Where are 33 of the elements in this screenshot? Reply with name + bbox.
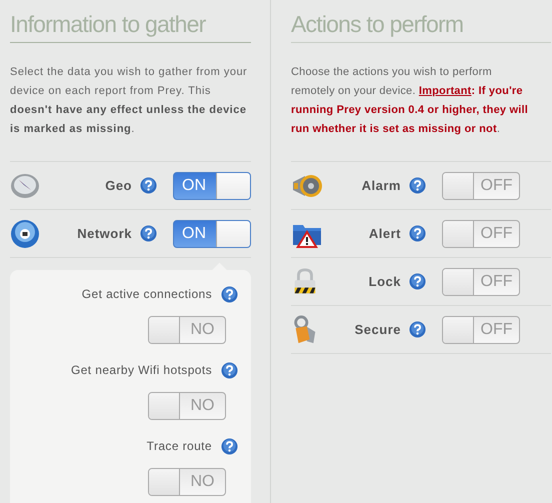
toggle-switch[interactable]: OFF	[442, 220, 520, 248]
section-heading: Actions to perform	[291, 10, 551, 43]
option-label: Get active connections	[82, 287, 212, 301]
setting-label: Secure	[354, 322, 402, 337]
help-icon[interactable]	[221, 286, 238, 302]
setting-label: Network	[76, 226, 133, 241]
toggle-switch[interactable]: OFF	[442, 268, 520, 296]
option-label: Trace route	[146, 439, 212, 453]
help-icon[interactable]	[140, 225, 157, 242]
important-link[interactable]: Important	[418, 85, 472, 97]
setting-label: Alert	[368, 226, 402, 241]
toggle-switch[interactable]: ON	[173, 220, 251, 248]
help-icon[interactable]	[140, 177, 157, 194]
globe-icon	[10, 218, 40, 248]
toggle-switch[interactable]: OFF	[442, 172, 520, 200]
toggle-switch[interactable]: NO	[148, 392, 226, 420]
help-icon[interactable]	[409, 273, 426, 290]
setting-label: Alarm	[360, 178, 402, 193]
help-icon[interactable]	[409, 225, 426, 242]
toggle-switch[interactable]: NO	[148, 468, 226, 496]
help-icon[interactable]	[409, 177, 426, 194]
description-text: Choose the actions you wish to perform remotely on your device. Important: If you're running Prey version 0.4 or higher, they will run whether it is set as missing or not.	[291, 65, 530, 137]
help-icon[interactable]	[409, 321, 426, 338]
section-heading: Information to gather	[10, 10, 251, 43]
help-icon[interactable]	[221, 362, 238, 378]
setting-label: Geo	[104, 178, 133, 193]
toggle-switch[interactable]: ON	[173, 172, 251, 200]
description-text: Select the data you wish to gather from your device on each report from Prey. This doesn't have any effect unless the device is marked as missing.	[10, 65, 248, 137]
toggle-switch[interactable]: OFF	[442, 316, 520, 344]
toggle-switch[interactable]: NO	[148, 316, 226, 344]
option-label: Get nearby Wifi hotspots	[71, 363, 212, 377]
help-icon[interactable]	[221, 438, 238, 454]
setting-label: Lock	[368, 274, 402, 289]
